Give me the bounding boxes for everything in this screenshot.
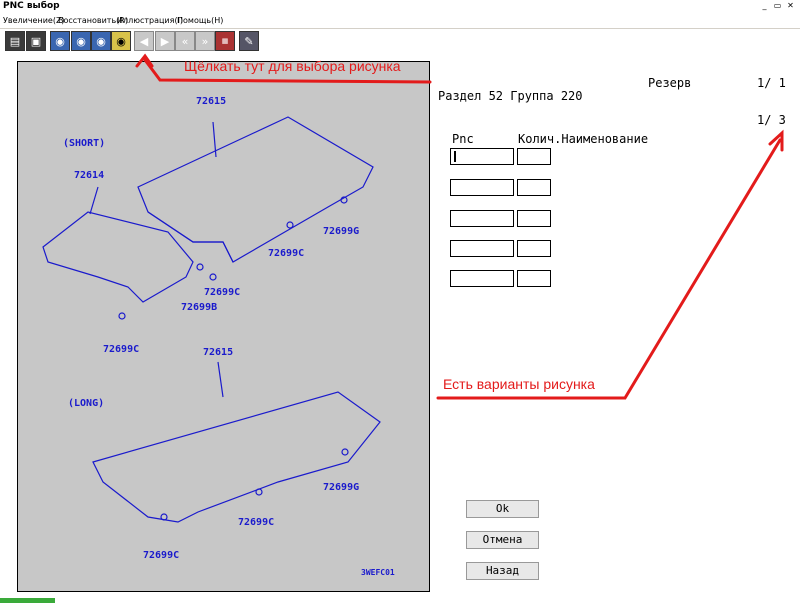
- annotation-variants: Есть варианты рисунка: [443, 376, 595, 392]
- annotation-arrows: [135, 53, 784, 400]
- arrow-variants: [436, 138, 782, 400]
- status-indicator: [0, 598, 55, 603]
- annotation-click-here: Щёлкать тут для выбора рисунка: [184, 58, 401, 74]
